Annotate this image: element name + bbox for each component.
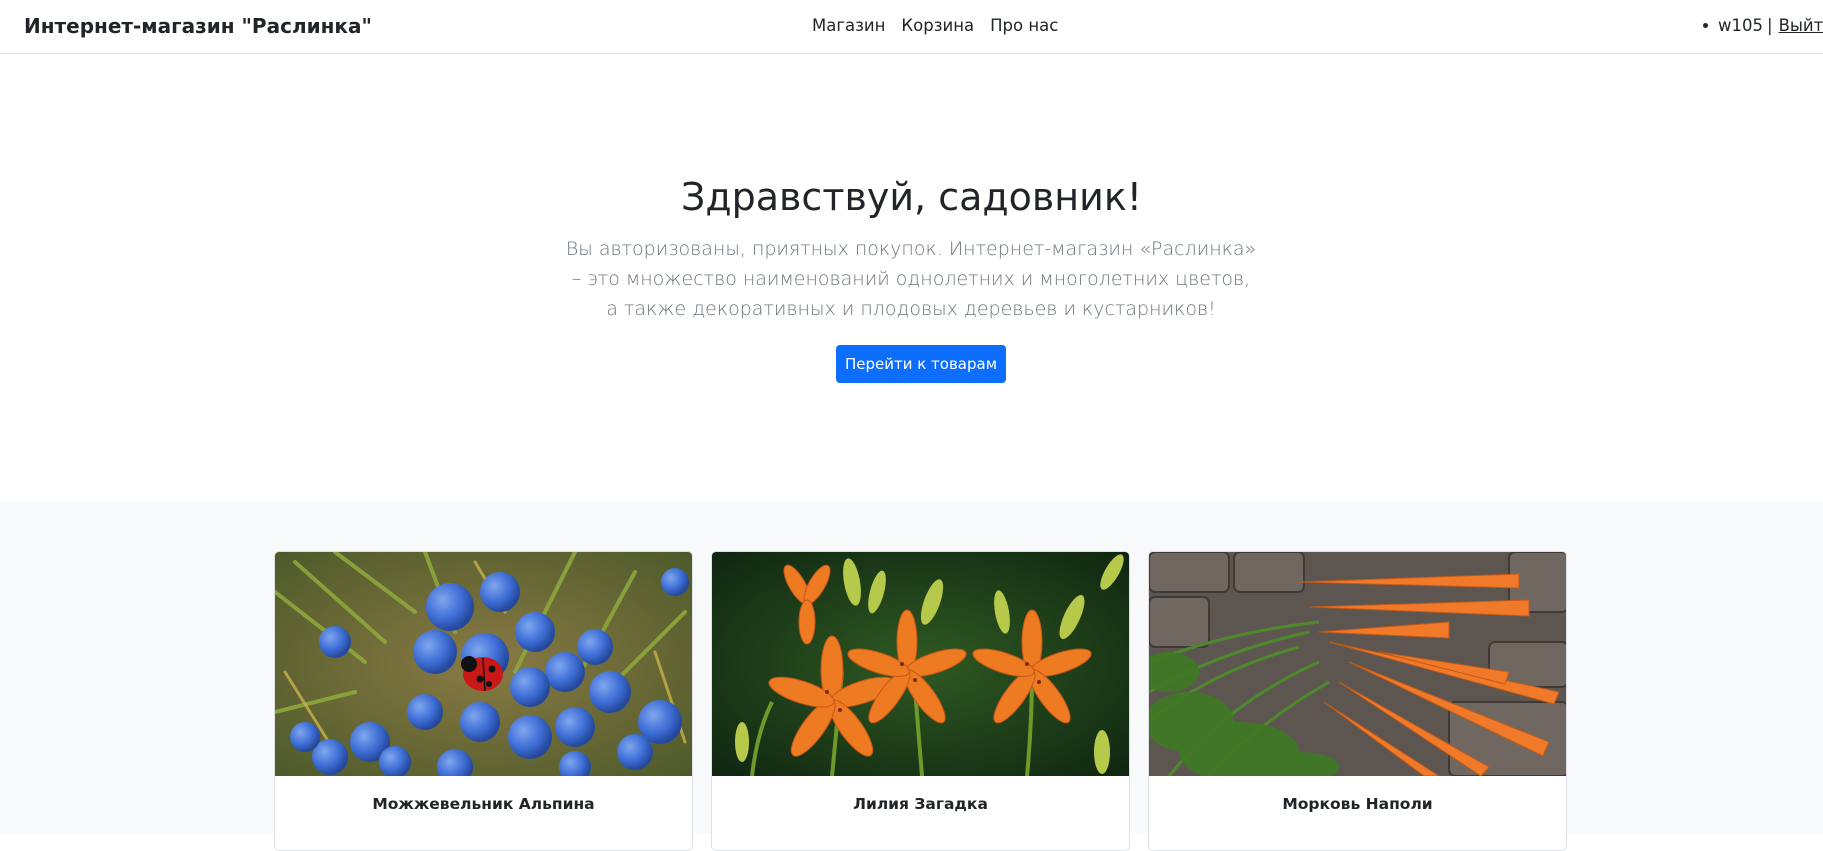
bullet-icon bbox=[1703, 23, 1708, 28]
juniper-berries-photo[interactable] bbox=[275, 552, 692, 776]
logout-link[interactable]: Выйти bbox=[1779, 16, 1823, 35]
orange-lily-photo[interactable] bbox=[712, 552, 1129, 776]
separator: | bbox=[1767, 16, 1773, 35]
hero-lead-line: Вы авторизованы, приятных покупок. Интер… bbox=[565, 238, 1257, 260]
product-title[interactable]: Морковь Наполи bbox=[1149, 795, 1566, 813]
product-card[interactable]: Можжевельник Альпина bbox=[274, 551, 693, 851]
hero-lead-line: а также декоративных и плодовых деревьев… bbox=[606, 298, 1216, 320]
nav-link-cart[interactable]: Корзина bbox=[901, 16, 974, 35]
hero-section: Здравствуй, садовник! Вы авторизованы, п… bbox=[0, 55, 1823, 502]
main-nav: Магазин Корзина Про нас bbox=[812, 16, 1058, 35]
product-card[interactable]: Морковь Наполи bbox=[1148, 551, 1567, 851]
product-title[interactable]: Лилия Загадка bbox=[712, 795, 1129, 813]
go-to-products-button[interactable]: Перейти к товарам bbox=[836, 345, 1006, 383]
username: w105 bbox=[1718, 16, 1763, 35]
user-menu: w105 | Выйти bbox=[1703, 16, 1823, 35]
navbar: Интернет-магазин "Раслинка" Магазин Корз… bbox=[0, 0, 1823, 54]
product-card[interactable]: Лилия Загадка bbox=[711, 551, 1130, 851]
nav-link-about[interactable]: Про нас bbox=[990, 16, 1058, 35]
nav-link-shop[interactable]: Магазин bbox=[812, 16, 885, 35]
brand-logo[interactable]: Интернет-магазин "Раслинка" bbox=[24, 14, 372, 38]
products-section: Можжевельник Альпина Лилия Загадка Морко… bbox=[0, 502, 1823, 851]
product-title[interactable]: Можжевельник Альпина bbox=[275, 795, 692, 813]
hero-lead: Вы авторизованы, приятных покупок. Интер… bbox=[561, 234, 1261, 324]
hero-lead-line: – это множество наименований однолетних … bbox=[571, 268, 1251, 290]
hero-title: Здравствуй, садовник! bbox=[680, 175, 1143, 219]
carrots-photo[interactable] bbox=[1149, 552, 1566, 776]
